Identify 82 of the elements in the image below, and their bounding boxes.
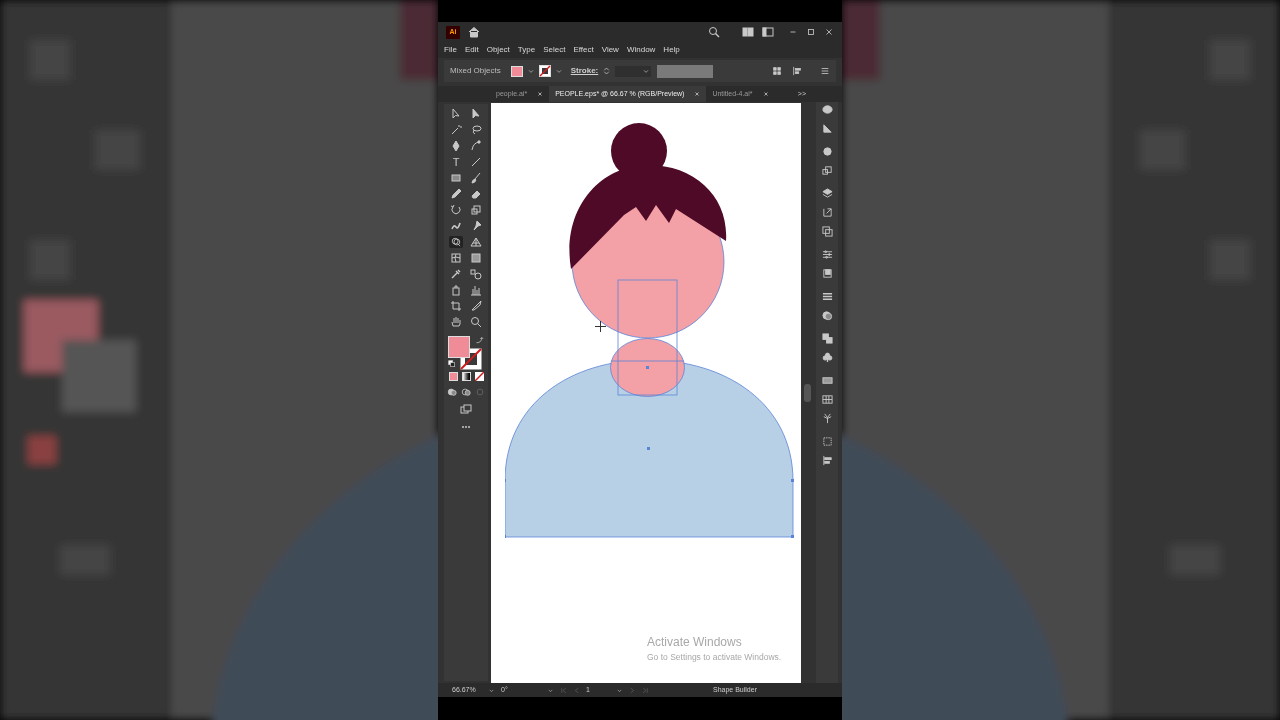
rectangle-icon[interactable] (450, 172, 462, 184)
variable-width-field[interactable] (657, 64, 714, 78)
rotate-icon[interactable] (450, 204, 462, 216)
color-mode-button[interactable] (448, 372, 458, 381)
search-icon[interactable] (708, 26, 720, 38)
paintbrush-icon[interactable] (470, 172, 482, 184)
selection-label: Mixed Objects (450, 65, 501, 77)
close-icon[interactable] (694, 91, 701, 97)
direct-selection-arrow-icon[interactable] (470, 108, 482, 120)
activation-title: Activate Windows (647, 635, 743, 649)
close-icon[interactable] (824, 27, 834, 37)
grid-table-icon[interactable] (821, 394, 833, 405)
caret-icon[interactable] (642, 67, 651, 75)
magic-wand-icon[interactable] (450, 124, 462, 136)
selection-arrow-icon[interactable] (450, 108, 462, 120)
home-icon[interactable] (468, 26, 480, 38)
spray-can-icon[interactable] (450, 284, 462, 296)
fill-swatch[interactable] (448, 336, 470, 358)
crosshair-cursor-icon (595, 321, 606, 332)
screen-mode-icon[interactable] (459, 403, 473, 415)
gradient-icon[interactable] (821, 375, 833, 386)
menu-item[interactable]: Effect (573, 46, 594, 54)
workspace-icon[interactable] (742, 26, 754, 38)
swap-arrow-icon[interactable] (475, 336, 484, 345)
knife-icon[interactable] (470, 300, 482, 312)
mesh-icon[interactable] (450, 252, 462, 264)
shape-builder-icon (451, 237, 461, 247)
default-colors-icon[interactable] (448, 360, 456, 368)
pathfinder-squares-icon[interactable] (821, 333, 833, 344)
menu-item[interactable]: File (444, 46, 457, 54)
lasso-icon[interactable] (470, 124, 482, 136)
panel-menu-icon[interactable] (820, 66, 830, 76)
menu-item[interactable]: View (601, 46, 619, 54)
shape-builder-tool[interactable] (449, 236, 463, 248)
fill-swatch[interactable] (510, 65, 523, 77)
none-mode-button[interactable] (474, 372, 484, 381)
stroke-swatch[interactable] (538, 65, 551, 77)
maximize-icon[interactable] (806, 27, 816, 37)
menu-item[interactable]: Help (663, 46, 680, 54)
pen-icon[interactable] (450, 140, 462, 152)
align-icon[interactable] (792, 66, 802, 76)
copy-squares-icon[interactable] (821, 226, 833, 237)
artboard-icon[interactable] (450, 300, 462, 312)
horizontal-lines-icon[interactable] (821, 291, 833, 302)
perspective-grid-icon[interactable] (470, 236, 482, 248)
line-icon[interactable] (470, 156, 482, 168)
scrollbar-thumb[interactable] (804, 383, 811, 402)
menu-item[interactable]: Window (626, 46, 656, 54)
gradient-mode-button[interactable] (461, 372, 471, 381)
arrange-icon[interactable] (772, 66, 782, 76)
overlap-squares-icon[interactable] (821, 165, 833, 176)
eyedropper-icon[interactable] (450, 268, 462, 280)
blend-icon[interactable] (470, 268, 482, 280)
window-layout-icon[interactable] (762, 26, 774, 38)
menu-item[interactable]: Edit (464, 46, 479, 54)
curvature-pen-icon[interactable] (470, 140, 482, 152)
draw-behind-icon[interactable] (461, 387, 471, 397)
scale-icon[interactable] (470, 204, 482, 216)
export-icon[interactable] (821, 207, 833, 218)
menu-item[interactable]: Type (517, 46, 536, 54)
sliders-icon[interactable] (821, 249, 833, 260)
dotted-square-icon[interactable] (821, 436, 833, 447)
bar-graph-icon[interactable] (470, 284, 482, 296)
eraser-icon[interactable] (470, 188, 482, 200)
activation-message: Go to Settings to activate Windows. (647, 651, 782, 663)
stroke-label: Stroke: (570, 65, 599, 77)
pencil-icon[interactable] (450, 188, 462, 200)
hand-icon[interactable] (450, 316, 462, 328)
square-icon[interactable] (821, 268, 833, 279)
menu-item[interactable]: Select (543, 46, 566, 54)
layers-icon[interactable] (821, 188, 833, 199)
club-icon[interactable] (821, 352, 833, 363)
zoom-icon[interactable] (470, 316, 482, 328)
circles-icon[interactable] (821, 310, 833, 321)
align-left-icon[interactable] (821, 455, 833, 466)
close-icon[interactable] (762, 91, 769, 97)
close-icon[interactable] (537, 91, 544, 97)
gradient-square-icon[interactable] (470, 252, 482, 264)
type-tool[interactable]: T (450, 156, 462, 168)
menu-item[interactable]: Object (486, 46, 510, 54)
warp-icon[interactable] (450, 220, 462, 232)
draw-normal-icon[interactable] (447, 387, 457, 397)
